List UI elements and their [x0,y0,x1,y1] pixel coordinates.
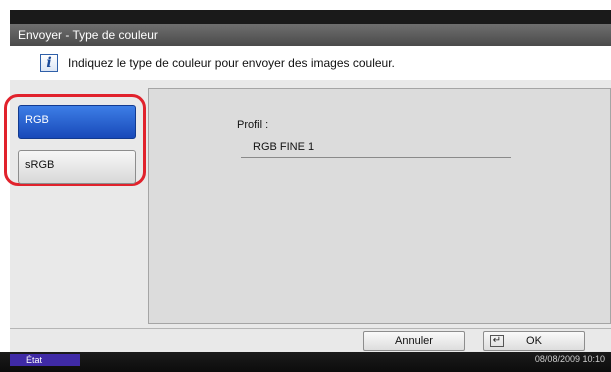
profile-underline [241,157,511,158]
profile-label: Profil : [237,119,269,131]
info-message: Indiquez le type de couleur pour envoyer… [68,56,395,70]
option-rgb-label: RGB [25,114,49,126]
status-button[interactable]: État [10,354,80,366]
ok-button[interactable]: ↵ OK [483,331,585,351]
status-label: État [26,355,43,365]
cancel-button-label: Annuler [395,335,433,347]
app-screen: Envoyer - Type de couleur i Indiquez le … [4,10,611,372]
status-bar: État 08/08/2009 10:10 [0,352,611,372]
profile-panel: Profil : RGB FINE 1 [148,88,611,324]
option-srgb-button[interactable]: sRGB [18,150,136,184]
window-title: Envoyer - Type de couleur [10,24,611,46]
option-srgb-label: sRGB [25,159,55,171]
profile-value: RGB FINE 1 [253,141,315,153]
cancel-button[interactable]: Annuler [363,331,465,351]
info-bar: i Indiquez le type de couleur pour envoy… [10,46,611,80]
info-icon: i [40,54,58,72]
ok-button-label: OK [526,335,542,347]
footer-divider [10,328,611,329]
footer-bar: Annuler ↵ OK [10,328,611,354]
content-area: RGB sRGB Profil : RGB FINE 1 [4,80,611,340]
option-rgb-button[interactable]: RGB [18,105,136,139]
status-datetime: 08/08/2009 10:10 [534,354,605,364]
enter-icon: ↵ [490,335,504,347]
